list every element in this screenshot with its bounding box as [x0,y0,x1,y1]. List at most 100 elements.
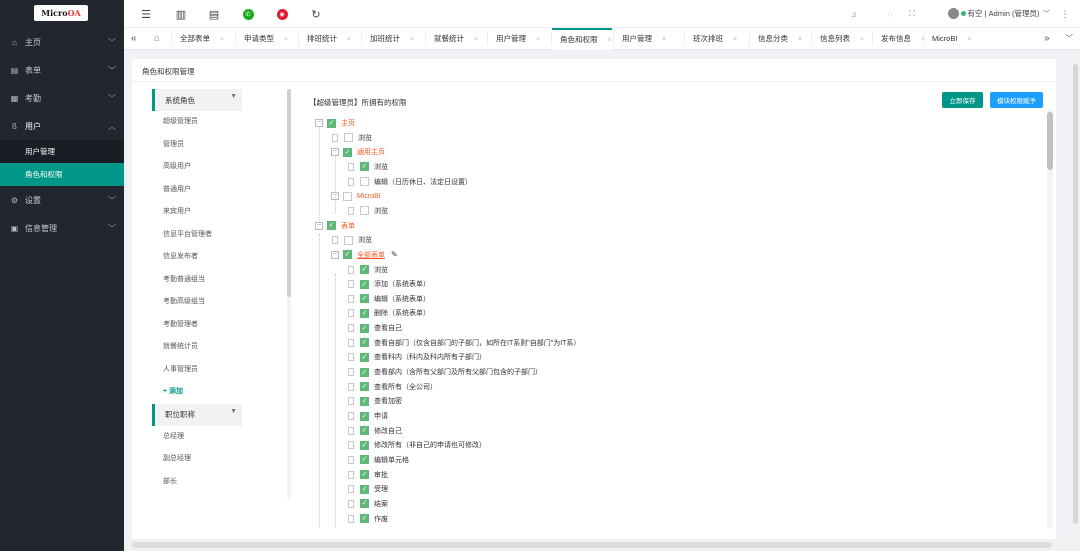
permission-checkbox[interactable]: ✓ [360,323,369,333]
sidebar-subitem-1[interactable]: 角色和权限 [0,163,124,186]
sidebar-item-0[interactable]: ⌂ 主页 ﹀ [0,28,124,56]
tab-item[interactable]: 就餐统计 × [426,28,478,50]
permission-checkbox[interactable]: ✓ [343,147,352,157]
permission-checkbox[interactable]: ✓ [360,367,369,377]
sidebar-item-1[interactable]: ▤ 表单 ﹀ [0,56,124,84]
save-button[interactable]: 立即保存 [942,92,983,108]
permission-checkbox[interactable]: ✓ [360,470,369,480]
permission-checkbox[interactable]: ✓ [360,162,369,172]
menu-icon[interactable]: ☰ [139,7,153,21]
tab-item[interactable]: 申请类型 × [236,28,288,50]
close-icon[interactable]: × [220,36,224,43]
role-item[interactable]: 高级用户 [152,156,242,179]
close-icon[interactable]: × [474,36,478,43]
close-icon[interactable]: × [860,36,864,43]
permission-checkbox[interactable]: ✓ [360,396,369,406]
role-item[interactable]: 普通用户 [152,179,242,202]
permission-checkbox[interactable]: ✓ [360,440,369,450]
tab-item[interactable]: 用户管理 × [614,28,666,50]
close-icon[interactable]: × [347,36,351,43]
role-item[interactable]: 考勤管理者 [152,314,242,337]
user-menu[interactable]: 有空 | Admin (管理员) ﹀ [947,8,1050,19]
close-icon[interactable]: × [284,36,288,43]
tabs-left-icon[interactable]: « [124,28,137,50]
permission-checkbox[interactable] [360,206,369,216]
tab-item[interactable]: 信息分类 × [750,28,802,50]
bell-icon[interactable]: ♫ [847,7,861,21]
tabs-right-icon[interactable]: » [1036,28,1050,50]
permission-checkbox[interactable]: ✓ [360,279,369,289]
permission-checkbox[interactable]: ✓ [360,294,369,304]
permission-checkbox[interactable]: ✓ [360,308,369,318]
role-item[interactable]: 来宾用户 [152,201,242,224]
role-item[interactable]: 人事管理员 [152,359,242,382]
permission-checkbox[interactable] [344,133,353,143]
role-scrollbar-thumb[interactable] [287,89,291,297]
close-icon[interactable]: × [536,36,540,43]
permission-checkbox[interactable]: ✓ [360,411,369,421]
position-item[interactable]: 副总经理 [152,448,242,471]
refresh-icon[interactable]: ↻ [309,7,323,21]
permission-checkbox[interactable] [344,235,353,245]
close-icon[interactable]: × [608,37,612,44]
horizontal-scrollbar[interactable] [124,539,1080,551]
edit-pencil-icon[interactable]: ✎ [391,250,398,259]
add-role-button[interactable]: + 添加 [152,381,242,404]
permission-checkbox[interactable]: ✓ [360,484,369,494]
role-item[interactable]: 信息发布者 [152,246,242,269]
permission-checkbox[interactable]: ✓ [360,426,369,436]
page-scrollbar-thumb[interactable] [1073,64,1078,524]
tree-scrollbar[interactable] [1047,109,1053,529]
permission-checkbox[interactable]: ✓ [327,221,336,231]
page-scrollbar[interactable] [1071,50,1080,539]
theme-icon[interactable]: ◌ [883,7,897,21]
permission-checkbox[interactable]: ✓ [360,352,369,362]
close-icon[interactable]: × [798,36,802,43]
role-item[interactable]: 管理员 [152,134,242,157]
logo[interactable]: Micro OA [34,5,88,21]
permission-checkbox[interactable]: ✓ [360,514,369,524]
role-item[interactable]: 超级管理员 [152,111,242,134]
wechat-icon[interactable]: ✆ [241,7,255,21]
permission-checkbox[interactable] [343,191,352,201]
tab-item[interactable]: 全部表单 × [172,28,224,50]
tab-item[interactable]: 发布信息 × [873,28,925,50]
sidebar-item-5[interactable]: ▣ 信息管理 ﹀ [0,214,124,242]
expand-toggle-icon[interactable]: − [315,221,323,230]
sidebar-item-2[interactable]: ▦ 考勤 ﹀ [0,84,124,112]
tab-item[interactable]: 排班统计 × [299,28,351,50]
close-icon[interactable]: × [662,36,666,43]
role-item[interactable]: 就餐统计员 [152,336,242,359]
tab-item[interactable]: 角色和权限 × [552,28,612,50]
horizontal-scrollbar-thumb[interactable] [132,542,1052,548]
permission-checkbox[interactable] [360,177,369,187]
sidebar-item-3[interactable]: ß 用户 ︿ [0,112,124,140]
permission-checkbox[interactable]: ✓ [327,118,336,128]
sidebar-item-4[interactable]: ⚙ 设置 ﹀ [0,186,124,214]
tab-item[interactable]: 班次排班 × [685,28,737,50]
tab-item[interactable]: 信息列表 × [812,28,864,50]
tab-item[interactable]: 用户管理 × [488,28,540,50]
close-icon[interactable]: × [410,36,414,43]
close-icon[interactable]: × [967,36,971,43]
role-scrollbar[interactable] [287,89,291,499]
permission-checkbox[interactable]: ✓ [360,265,369,274]
role-group-header[interactable]: 系统角色 ▼ [152,89,242,111]
role-group-header[interactable]: 职位职称 ▼ [152,403,242,426]
more-icon[interactable]: ⋮ [1058,7,1072,21]
role-item[interactable]: 信息平台管理者 [152,224,242,247]
role-item[interactable]: 考勤普通组当 [152,269,242,292]
permission-checkbox[interactable]: ✓ [360,499,369,509]
position-item[interactable]: 总经理 [152,426,242,449]
calendar-icon[interactable]: ▥ [174,7,188,21]
position-item[interactable]: 部长 [152,471,242,494]
permission-checkbox[interactable]: ✓ [360,455,369,465]
permission-checkbox[interactable]: ✓ [360,338,369,348]
sidebar-subitem-0[interactable]: 用户管理 [0,140,124,163]
weibo-icon[interactable]: ◉ [275,7,289,21]
tab-item[interactable]: MicroBI × [924,28,972,50]
expand-toggle-icon[interactable]: − [331,250,339,259]
fullscreen-icon[interactable]: ⛶ [905,7,919,21]
tree-scrollbar-thumb[interactable] [1047,112,1053,170]
permission-checkbox[interactable]: ✓ [343,250,352,260]
